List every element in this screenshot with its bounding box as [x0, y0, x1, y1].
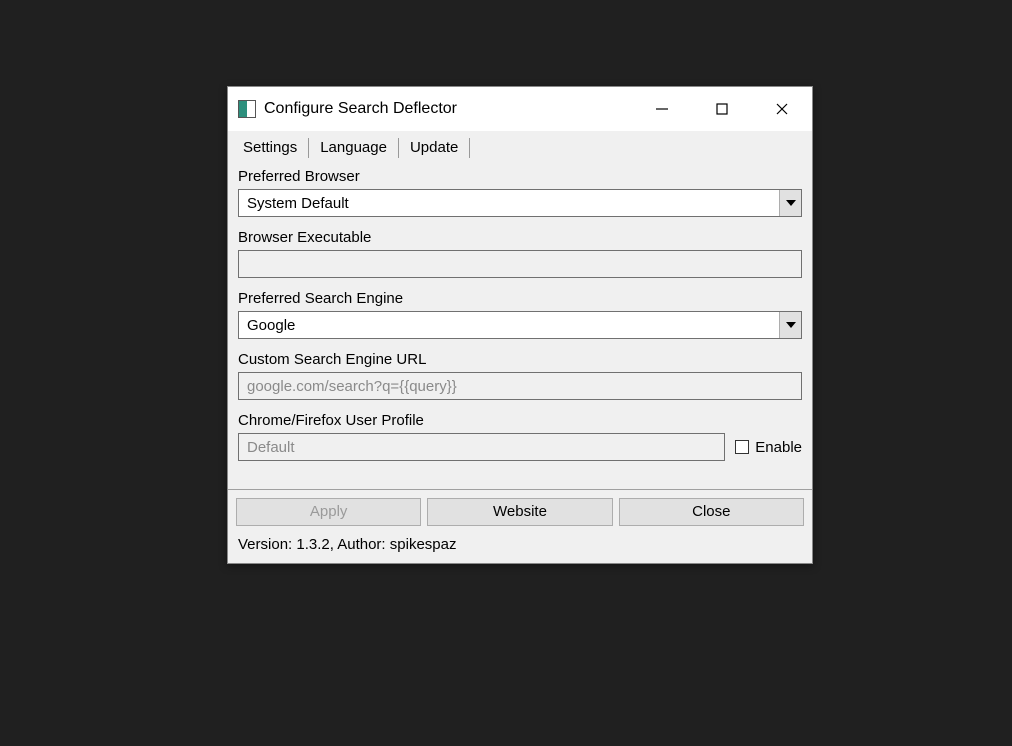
apply-button: Apply — [236, 498, 421, 526]
profile-label: Chrome/Firefox User Profile — [238, 412, 802, 429]
enable-checkbox-wrap[interactable]: Enable — [735, 439, 802, 456]
executable-field: Browser Executable — [238, 229, 802, 278]
maximize-icon — [715, 102, 729, 116]
app-window: Configure Search Deflector Settings Lang… — [227, 86, 813, 564]
custom-url-field: Custom Search Engine URL — [238, 351, 802, 400]
profile-input — [238, 433, 725, 461]
chevron-down-icon — [779, 312, 801, 338]
window-title: Configure Search Deflector — [264, 100, 457, 118]
close-icon — [775, 102, 789, 116]
enable-checkbox[interactable] — [735, 440, 749, 454]
maximize-button[interactable] — [692, 87, 752, 131]
browser-select[interactable]: System Default — [238, 189, 802, 217]
status-bar: Version: 1.3.2, Author: spikespaz — [228, 532, 812, 563]
titlebar: Configure Search Deflector — [228, 87, 812, 131]
browser-select-value: System Default — [239, 195, 779, 212]
profile-row: Enable — [238, 433, 802, 461]
engine-select[interactable]: Google — [238, 311, 802, 339]
custom-url-label: Custom Search Engine URL — [238, 351, 802, 368]
chevron-down-icon — [779, 190, 801, 216]
button-row: Apply Website Close — [228, 498, 812, 532]
titlebar-left: Configure Search Deflector — [238, 100, 457, 118]
custom-url-input — [238, 372, 802, 400]
enable-label: Enable — [755, 439, 802, 456]
separator — [228, 489, 812, 490]
content-area: Preferred Browser System Default Browser… — [228, 160, 812, 483]
tab-settings[interactable]: Settings — [232, 135, 308, 160]
tab-divider — [469, 138, 470, 158]
window-controls — [632, 87, 812, 131]
app-icon — [238, 100, 256, 118]
close-button-footer[interactable]: Close — [619, 498, 804, 526]
engine-field: Preferred Search Engine Google — [238, 290, 802, 339]
browser-label: Preferred Browser — [238, 168, 802, 185]
executable-label: Browser Executable — [238, 229, 802, 246]
minimize-icon — [655, 102, 669, 116]
website-button[interactable]: Website — [427, 498, 612, 526]
tab-bar: Settings Language Update — [228, 131, 812, 160]
close-button[interactable] — [752, 87, 812, 131]
browser-field: Preferred Browser System Default — [238, 168, 802, 217]
tab-update[interactable]: Update — [399, 135, 469, 160]
minimize-button[interactable] — [632, 87, 692, 131]
executable-input — [238, 250, 802, 278]
engine-label: Preferred Search Engine — [238, 290, 802, 307]
profile-field: Chrome/Firefox User Profile Enable — [238, 412, 802, 461]
engine-select-value: Google — [239, 317, 779, 334]
tab-language[interactable]: Language — [309, 135, 398, 160]
